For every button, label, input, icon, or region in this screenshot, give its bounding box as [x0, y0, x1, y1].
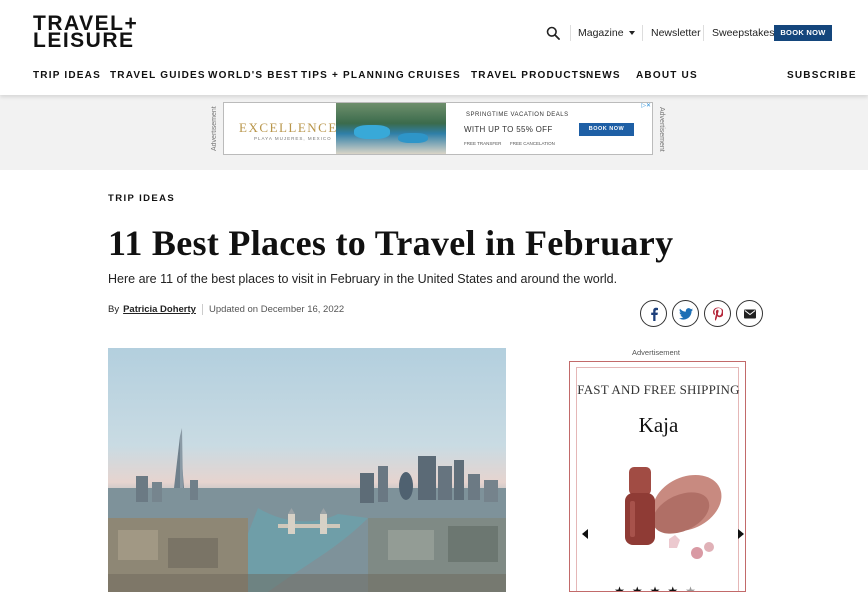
nav-trip-ideas[interactable]: TRIP IDEAS: [33, 70, 101, 81]
divider: [201, 304, 203, 315]
site-header: TRAVEL+ LEISURE Magazine Newsletter Swee…: [0, 0, 868, 95]
email-icon: [743, 309, 756, 318]
star-icon: ★: [685, 584, 703, 592]
side-ad-headline: FAST AND FREE SHIPPING: [577, 382, 740, 397]
side-ad[interactable]: FAST AND FREE SHIPPING Kaja ★★★★★: [569, 361, 746, 592]
divider: [570, 25, 571, 41]
lip-product-image: [625, 467, 722, 559]
nav-worlds-best[interactable]: WORLD'S BEST: [208, 70, 299, 81]
carousel-next-icon[interactable]: [738, 529, 744, 539]
updated-date: Updated on December 16, 2022: [208, 304, 345, 316]
chevron-down-icon: [628, 31, 635, 36]
banner-ad[interactable]: EXCELLENCE PLAYA MUJERES, MEXICO SPRINGT…: [223, 102, 653, 155]
logo-line-2: LEISURE: [33, 29, 135, 52]
magazine-label: Magazine: [578, 27, 624, 39]
nav-travel-guides[interactable]: TRAVEL GUIDES: [110, 70, 206, 81]
pinterest-icon: [712, 307, 723, 320]
site-logo[interactable]: TRAVEL+ LEISURE: [33, 13, 138, 52]
pool-shape: [354, 125, 390, 139]
nav-about-us[interactable]: ABOUT US: [636, 70, 698, 81]
hero-image: [108, 348, 506, 592]
carousel-prev-icon[interactable]: [582, 529, 588, 539]
share-facebook-button[interactable]: [640, 300, 667, 327]
side-ad-brand: Kaja: [638, 413, 679, 437]
divider: [703, 25, 704, 41]
sweepstakes-link[interactable]: Sweepstakes: [712, 27, 774, 39]
search-icon[interactable]: [546, 26, 560, 40]
facebook-icon: [650, 307, 658, 321]
nav-cruises[interactable]: CRUISES: [408, 70, 461, 81]
page-title: 11 Best Places to Travel in February: [108, 223, 674, 263]
star-icon: ★: [649, 584, 668, 592]
share-pinterest-button[interactable]: [704, 300, 731, 327]
nav-travel-products[interactable]: TRAVEL PRODUCTS: [471, 70, 587, 81]
banner-feature-cancelation: FREE CANCELATION: [510, 141, 555, 146]
ad-side-label: Advertisement: [211, 106, 218, 152]
adchoices-icon[interactable]: ▷✕: [635, 103, 651, 110]
newsletter-link[interactable]: Newsletter: [651, 27, 701, 39]
banner-resort-image: [336, 103, 446, 154]
share-twitter-button[interactable]: [672, 300, 699, 327]
author-link[interactable]: Patricia Doherty: [123, 304, 196, 315]
london-skyline-illustration: [108, 428, 506, 592]
rating-stars: ★★★★★: [577, 584, 740, 592]
star-icon: ★: [667, 584, 686, 592]
ad-label: Advertisement: [632, 348, 680, 357]
subscribe-link[interactable]: SUBSCRIBE: [787, 70, 857, 81]
divider: [642, 25, 643, 41]
banner-offer: WITH UP TO 55% OFF: [464, 125, 553, 134]
banner-brand: EXCELLENCE: [239, 120, 338, 135]
star-icon: ★: [614, 584, 632, 592]
side-ad-frame: FAST AND FREE SHIPPING Kaja ★★★★★: [576, 367, 744, 592]
twitter-icon: [678, 307, 693, 320]
article-dek: Here are 11 of the best places to visit …: [108, 272, 618, 286]
nav-tips-planning[interactable]: TIPS + PLANNING: [301, 70, 405, 81]
nav-news[interactable]: NEWS: [586, 70, 621, 81]
banner-headline: SPRINGTIME VACATION DEALS: [466, 112, 569, 118]
banner-book-button[interactable]: BOOK NOW: [579, 123, 634, 136]
share-email-button[interactable]: [736, 300, 763, 327]
banner-feature-transfer: FREE TRANSFER: [464, 141, 502, 146]
by-label: By: [108, 304, 120, 316]
book-now-button[interactable]: BOOK NOW: [774, 25, 832, 41]
article-kicker[interactable]: TRIP IDEAS: [108, 193, 175, 204]
byline: By Patricia Doherty Updated on December 16…: [108, 304, 344, 315]
star-icon: ★: [631, 584, 650, 592]
ad-side-label: Advertisement: [658, 106, 665, 152]
pool-shape: [398, 133, 428, 143]
magazine-dropdown[interactable]: Magazine: [578, 27, 635, 39]
banner-brand-sub: PLAYA MUJERES, MEXICO: [254, 136, 332, 141]
